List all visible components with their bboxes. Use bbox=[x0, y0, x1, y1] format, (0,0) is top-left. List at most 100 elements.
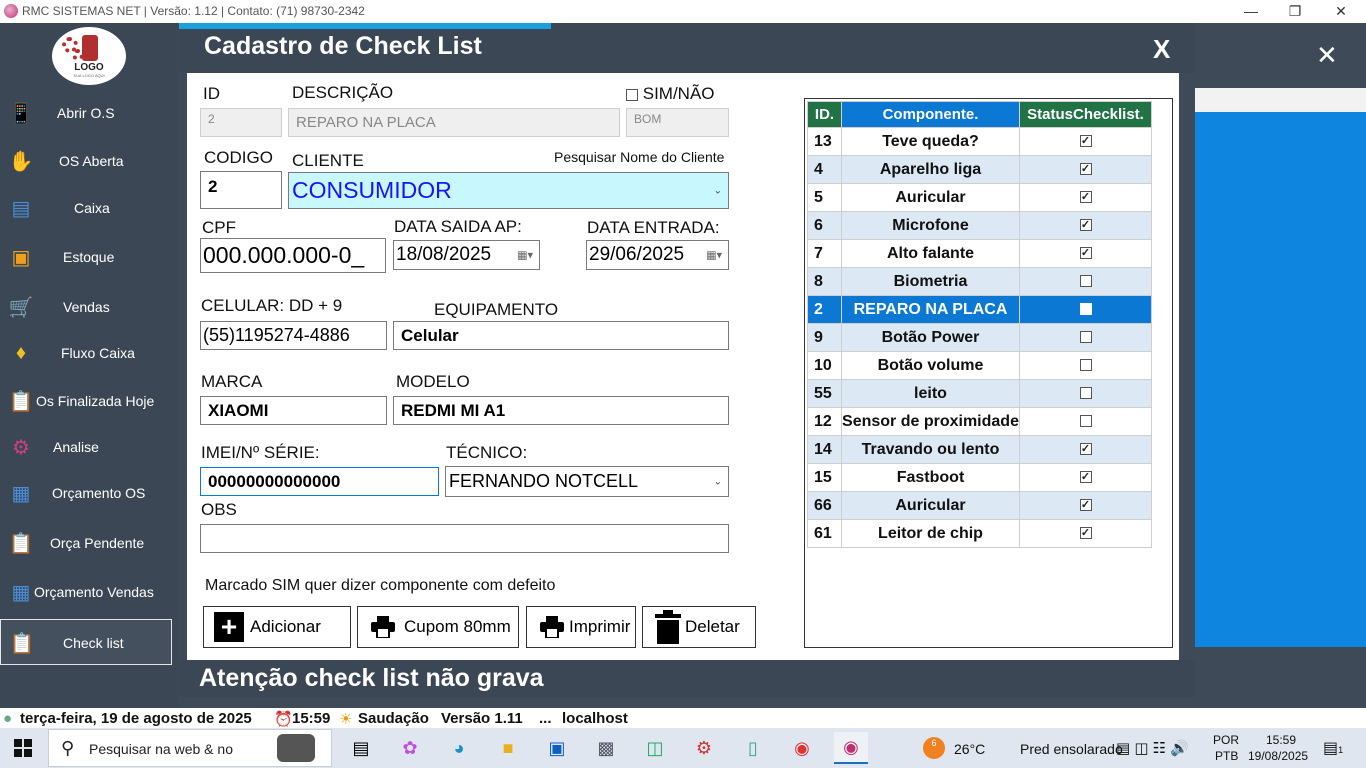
row-status[interactable]: ✓ bbox=[1019, 183, 1152, 212]
row-id[interactable]: 6 bbox=[807, 211, 842, 240]
calendar-dropdown-icon[interactable]: ▦▾ bbox=[706, 249, 722, 262]
app-window-icon[interactable]: ▩ bbox=[589, 732, 623, 764]
table-row[interactable]: 7 Alto falante ✓ bbox=[807, 239, 1152, 268]
celular-field[interactable]: (55)1195274-4886 bbox=[200, 321, 387, 350]
sidebar-item-caixa[interactable]: ▤ Caixa bbox=[0, 185, 172, 231]
row-component[interactable]: Sensor de proximidade bbox=[841, 407, 1020, 436]
cupom-button[interactable]: Cupom 80mm bbox=[357, 606, 519, 648]
row-status[interactable]: ✓ bbox=[1019, 519, 1152, 548]
row-status[interactable]: ✓ bbox=[1019, 155, 1152, 184]
row-component[interactable]: Auricular bbox=[841, 491, 1020, 520]
table-row[interactable]: 10 Botão volume bbox=[807, 351, 1152, 380]
row-id[interactable]: 5 bbox=[807, 183, 842, 212]
row-id[interactable]: 7 bbox=[807, 239, 842, 268]
chrome-icon[interactable]: ◉ bbox=[785, 732, 819, 764]
row-id[interactable]: 8 bbox=[807, 267, 842, 296]
row-status[interactable]: ✓ bbox=[1019, 491, 1152, 520]
row-id[interactable]: 10 bbox=[807, 351, 842, 380]
row-id[interactable]: 14 bbox=[807, 435, 842, 464]
row-component[interactable]: leito bbox=[841, 379, 1020, 408]
row-id[interactable]: 55 bbox=[807, 379, 842, 408]
row-id[interactable]: 9 bbox=[807, 323, 842, 352]
checked-checkbox-icon[interactable]: ✓ bbox=[1079, 247, 1092, 260]
clock-time[interactable]: 15:59 bbox=[1266, 733, 1296, 747]
minimize-button[interactable]: — bbox=[1228, 0, 1274, 23]
checklist-grid[interactable]: ID. Componente. StatusChecklist. 13 Teve … bbox=[804, 98, 1173, 648]
checked-checkbox-icon[interactable]: ✓ bbox=[1079, 471, 1092, 484]
modal-close-button[interactable]: X bbox=[1153, 34, 1170, 65]
row-id[interactable]: 2 bbox=[807, 295, 842, 324]
sidebar-item-or-amento-os[interactable]: ▦ Orçamento OS bbox=[0, 470, 172, 516]
row-component[interactable]: Teve queda? bbox=[841, 127, 1020, 156]
row-status[interactable]: ✓ bbox=[1019, 211, 1152, 240]
row-status[interactable]: ✓ bbox=[1019, 435, 1152, 464]
cpf-field[interactable]: 000.000.000-0_ bbox=[200, 238, 386, 273]
rmc-app-icon[interactable]: ◉ bbox=[834, 732, 868, 764]
checked-checkbox-icon[interactable]: ✓ bbox=[1079, 135, 1092, 148]
file-explorer-icon[interactable]: ■ bbox=[491, 732, 525, 764]
tecnico-select[interactable]: FERNANDO NOTCELL ⌄ bbox=[445, 466, 729, 497]
unchecked-checkbox-icon[interactable] bbox=[1079, 303, 1092, 316]
descricao-field[interactable]: REPARO NA PLACA bbox=[288, 108, 620, 137]
data-saida-picker[interactable]: 18/08/2025 ▦▾ bbox=[393, 240, 540, 270]
sidebar-item-or-a-pendente[interactable]: 📋 Orça Pendente bbox=[0, 520, 172, 566]
table-row[interactable]: 8 Biometria bbox=[807, 267, 1152, 296]
unchecked-checkbox-icon[interactable] bbox=[1079, 275, 1092, 288]
id-field[interactable]: 2 bbox=[200, 108, 282, 137]
taskbar-search[interactable]: ⚲ Pesquisar na web & no bbox=[48, 729, 332, 767]
notepad-app-icon[interactable]: ▯ bbox=[736, 732, 770, 764]
database-app-icon[interactable]: ◫ bbox=[638, 732, 672, 764]
row-status[interactable] bbox=[1019, 295, 1152, 324]
edge-icon[interactable]: ◕ bbox=[442, 732, 476, 764]
row-id[interactable]: 4 bbox=[807, 155, 842, 184]
row-status[interactable] bbox=[1019, 407, 1152, 436]
marca-field[interactable]: XIAOMI bbox=[200, 396, 387, 425]
row-id[interactable]: 13 bbox=[807, 127, 842, 156]
row-id[interactable]: 12 bbox=[807, 407, 842, 436]
row-id[interactable]: 15 bbox=[807, 463, 842, 492]
row-status[interactable] bbox=[1019, 379, 1152, 408]
modelo-field[interactable]: REDMI MI A1 bbox=[393, 396, 729, 425]
row-component[interactable]: Botão volume bbox=[841, 351, 1020, 380]
clock-date[interactable]: 19/08/2025 bbox=[1248, 749, 1308, 763]
row-status[interactable]: ✓ bbox=[1019, 239, 1152, 268]
table-row[interactable]: 66 Auricular ✓ bbox=[807, 491, 1152, 520]
sidebar-item-check-list[interactable]: 📋 Check list bbox=[0, 619, 172, 665]
table-row[interactable]: 6 Microfone ✓ bbox=[807, 211, 1152, 240]
column-header-id[interactable]: ID. bbox=[807, 101, 842, 128]
row-status[interactable]: ✓ bbox=[1019, 463, 1152, 492]
unchecked-checkbox-icon[interactable] bbox=[1079, 387, 1092, 400]
data-entrada-picker[interactable]: 29/06/2025 ▦▾ bbox=[586, 240, 729, 270]
windows-start-icon[interactable] bbox=[6, 732, 40, 764]
row-status[interactable]: ✓ bbox=[1019, 127, 1152, 156]
table-row[interactable]: 9 Botão Power bbox=[807, 323, 1152, 352]
unchecked-checkbox-icon[interactable] bbox=[1079, 415, 1092, 428]
row-component[interactable]: Fastboot bbox=[841, 463, 1020, 492]
checked-checkbox-icon[interactable]: ✓ bbox=[1079, 191, 1092, 204]
table-row[interactable]: 14 Travando ou lento ✓ bbox=[807, 435, 1152, 464]
row-id[interactable]: 66 bbox=[807, 491, 842, 520]
table-row[interactable]: 5 Auricular ✓ bbox=[807, 183, 1152, 212]
table-row[interactable]: 13 Teve queda? ✓ bbox=[807, 127, 1152, 156]
row-component[interactable]: Biometria bbox=[841, 267, 1020, 296]
table-row[interactable]: 12 Sensor de proximidade bbox=[807, 407, 1152, 436]
row-component[interactable]: Leitor de chip bbox=[841, 519, 1020, 548]
simnao-checkbox[interactable]: SIM/NÃO bbox=[626, 84, 715, 104]
outlook-icon[interactable]: ▣ bbox=[540, 732, 574, 764]
unchecked-checkbox-icon[interactable] bbox=[1079, 331, 1092, 344]
obs-field[interactable] bbox=[200, 524, 729, 553]
codigo-field[interactable]: 2 bbox=[200, 171, 282, 209]
row-component[interactable]: Microfone bbox=[841, 211, 1020, 240]
checked-checkbox-icon[interactable]: ✓ bbox=[1079, 219, 1092, 232]
table-row[interactable]: 4 Aparelho liga ✓ bbox=[807, 155, 1152, 184]
checked-checkbox-icon[interactable]: ✓ bbox=[1079, 443, 1092, 456]
column-header-status[interactable]: StatusChecklist. bbox=[1019, 101, 1152, 128]
sidebar-item-os-aberta[interactable]: ✋ OS Aberta bbox=[0, 138, 172, 184]
system-tray-icons[interactable]: ▤ ◫ ☷ 🔊 bbox=[1116, 739, 1189, 757]
equipamento-field[interactable]: Celular bbox=[393, 321, 729, 350]
row-status[interactable] bbox=[1019, 323, 1152, 352]
calendar-dropdown-icon[interactable]: ▦▾ bbox=[517, 249, 533, 262]
sidebar-item-or-amento-vendas[interactable]: ▦ Orçamento Vendas bbox=[0, 569, 172, 615]
close-window-button[interactable]: ✕ bbox=[1318, 0, 1364, 23]
sidebar-item-vendas[interactable]: 🛒 Vendas bbox=[0, 284, 172, 330]
